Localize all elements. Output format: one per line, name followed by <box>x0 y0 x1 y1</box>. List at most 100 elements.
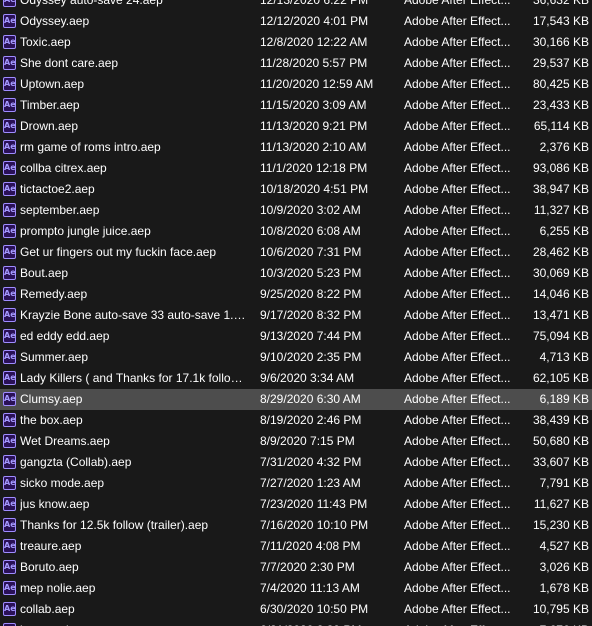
file-type: Adobe After Effect... <box>404 539 511 553</box>
file-type: Adobe After Effect... <box>404 266 511 280</box>
file-name: Remedy.aep <box>20 287 88 301</box>
file-row[interactable]: Ae Summer.aep 9/10/2020 2:35 PM Adobe After… <box>0 347 592 368</box>
file-name: Clumsy.aep <box>20 392 83 406</box>
file-size: 14,046 KB <box>532 287 589 301</box>
file-type: Adobe After Effect... <box>404 455 511 469</box>
file-row[interactable]: Ae the box.aep 8/19/2020 2:46 PM Adobe Afte… <box>0 410 592 431</box>
file-name: Boruto.aep <box>20 560 79 574</box>
file-row[interactable]: Ae ed eddy edd.aep 9/13/2020 7:44 PM Adobe … <box>0 326 592 347</box>
file-date-modified: 9/25/2020 8:22 PM <box>260 287 362 301</box>
file-type: Adobe After Effect... <box>404 77 511 91</box>
file-size: 50,680 KB <box>532 434 589 448</box>
after-effects-file-icon: Ae <box>3 98 16 112</box>
file-row[interactable]: Ae Toxic.aep 12/8/2020 12:22 AM Adobe After… <box>0 32 592 53</box>
file-row[interactable]: Ae jus know.aep 7/23/2020 11:43 PM Adobe Af… <box>0 494 592 515</box>
file-row[interactable]: Ae Remedy.aep 9/25/2020 8:22 PM Adobe After… <box>0 284 592 305</box>
file-row[interactable]: Ae Lady Killers ( and Thanks for 17.1k fo… <box>0 368 592 389</box>
file-row[interactable]: Ae september.aep 10/9/2020 3:02 AM Adobe Af… <box>0 200 592 221</box>
file-date-modified: 12/12/2020 4:01 PM <box>260 14 369 28</box>
file-size: 62,105 KB <box>532 371 589 385</box>
file-date-modified: 9/13/2020 7:44 PM <box>260 329 362 343</box>
file-size: 23,433 KB <box>532 98 589 112</box>
file-date-modified: 7/4/2020 11:13 AM <box>260 581 360 595</box>
file-row[interactable]: Ae Boruto.aep 7/7/2020 2:30 PM Adobe After … <box>0 557 592 578</box>
file-type: Adobe After Effect... <box>404 14 511 28</box>
file-name: Krayzie Bone auto-save 33 auto-save 1.ae… <box>20 308 248 322</box>
after-effects-file-icon: Ae <box>3 413 16 427</box>
file-size: 11,327 KB <box>533 203 589 217</box>
file-name: Get ur fingers out my fuckin face.aep <box>20 245 217 259</box>
file-row[interactable]: Ae Wet Dreams.aep 8/9/2020 7:15 PM Adobe Af… <box>0 431 592 452</box>
file-type: Adobe After Effect... <box>404 620 514 626</box>
file-row[interactable]: Ae prompto jungle juice.aep 10/8/2020 6:08… <box>0 221 592 242</box>
file-row[interactable]: Ae Thanks for 12.5k follow (trailer).aep 7… <box>0 515 592 536</box>
file-size: 7,676 KB <box>500 620 589 626</box>
file-size: 38,947 KB <box>532 182 589 196</box>
file-size: 29,537 KB <box>532 56 589 70</box>
file-type: Adobe After Effect... <box>404 98 511 112</box>
file-size: 6,255 KB <box>539 224 589 238</box>
file-size: 2,376 KB <box>539 140 589 154</box>
file-row[interactable]: Ae sicko mode.aep 7/27/2020 1:23 AM Adobe A… <box>0 473 592 494</box>
file-row[interactable]: Ae Drown.aep 11/13/2020 9:21 PM Adobe After… <box>0 116 592 137</box>
file-row[interactable]: Aeintro nuvi.aep6/21/2020 2:39 PMAdobe A… <box>0 620 592 626</box>
file-row[interactable]: Ae rm game of roms intro.aep 11/13/2020 2:… <box>0 137 592 158</box>
file-name: Lady Killers ( and Thanks for 17.1k foll… <box>20 371 248 385</box>
file-name: Drown.aep <box>20 119 79 133</box>
file-row[interactable]: Ae collab.aep 6/30/2020 10:50 PM Adobe Afte… <box>0 599 592 620</box>
file-type: Adobe After Effect... <box>404 371 511 385</box>
file-size: 1,678 KB <box>539 581 589 595</box>
file-size: 11,627 KB <box>533 497 589 511</box>
after-effects-file-icon: Ae <box>3 350 16 364</box>
file-name: Summer.aep <box>20 350 89 364</box>
file-size: 15,230 KB <box>532 518 589 532</box>
file-size: 30,069 KB <box>532 266 589 280</box>
file-size: 93,086 KB <box>532 161 589 175</box>
file-row[interactable]: Ae Odyssey.aep 12/12/2020 4:01 PM Adobe Aft… <box>0 11 592 32</box>
file-type: Adobe After Effect... <box>404 56 511 70</box>
file-name: Bout.aep <box>20 266 69 280</box>
file-row[interactable]: Ae mep nolie.aep 7/4/2020 11:13 AM Adobe Af… <box>0 578 592 599</box>
file-size: 17,543 KB <box>532 14 589 28</box>
after-effects-file-icon: Ae <box>3 14 16 28</box>
file-row[interactable]: Ae Odyssey auto-save 24.aep 12/13/2020 6:2… <box>0 0 592 11</box>
file-type: Adobe After Effect... <box>404 434 511 448</box>
file-row[interactable]: Ae She dont care.aep 11/28/2020 5:57 PM Ado… <box>0 53 592 74</box>
after-effects-file-icon: Ae <box>3 497 16 511</box>
file-row[interactable]: Ae Get ur fingers out my fuckin face.aep 1… <box>0 242 592 263</box>
file-name: treaure.aep <box>20 539 82 553</box>
file-size: 4,713 KB <box>539 350 589 364</box>
file-row[interactable]: Ae treaure.aep 7/11/2020 4:08 PM Adobe Afte… <box>0 536 592 557</box>
file-row[interactable]: Ae Uptown.aep 11/20/2020 12:59 AM Adobe Aft… <box>0 74 592 95</box>
after-effects-file-icon: Ae <box>3 245 16 259</box>
file-name: september.aep <box>20 203 100 217</box>
file-name: Toxic.aep <box>20 35 71 49</box>
file-type: Adobe After Effect... <box>404 497 511 511</box>
file-type: Adobe After Effect... <box>404 35 511 49</box>
after-effects-file-icon: Ae <box>3 119 16 133</box>
file-row[interactable]: Ae Bout.aep 10/3/2020 5:23 PM Adobe After E… <box>0 263 592 284</box>
after-effects-file-icon: Ae <box>3 287 16 301</box>
after-effects-file-icon: Ae <box>3 0 16 7</box>
file-date-modified: 11/13/2020 2:10 AM <box>260 140 367 154</box>
file-type: Adobe After Effect... <box>404 0 511 7</box>
file-type: Adobe After Effect... <box>404 287 511 301</box>
file-date-modified: 10/3/2020 5:23 PM <box>260 266 362 280</box>
after-effects-file-icon: Ae <box>3 161 16 175</box>
file-name: She dont care.aep <box>20 56 119 70</box>
file-row[interactable]: Ae Timber.aep 11/15/2020 3:09 AM Adobe Afte… <box>0 95 592 116</box>
file-row[interactable]: Ae collba citrex.aep 11/1/2020 12:18 PM Ado… <box>0 158 592 179</box>
file-name: prompto jungle juice.aep <box>20 224 151 238</box>
file-row[interactable]: Ae tictactoe2.aep 10/18/2020 4:51 PM Adobe … <box>0 179 592 200</box>
file-name: Uptown.aep <box>20 77 85 91</box>
after-effects-file-icon: Ae <box>3 56 16 70</box>
file-row[interactable]: Ae Krayzie Bone auto-save 33 auto-save 1.… <box>0 305 592 326</box>
file-row[interactable]: Ae Clumsy.aep 8/29/2020 6:30 AM Adobe After… <box>0 389 592 410</box>
file-type: Adobe After Effect... <box>404 140 511 154</box>
file-name: Timber.aep <box>20 98 80 112</box>
file-row[interactable]: Ae gangzta (Collab).aep 7/31/2020 4:32 PM A… <box>0 452 592 473</box>
file-size: 28,462 KB <box>532 245 589 259</box>
file-date-modified: 12/8/2020 12:22 AM <box>260 35 368 49</box>
file-size: 6,189 KB <box>539 392 589 406</box>
file-size: 80,425 KB <box>532 77 589 91</box>
